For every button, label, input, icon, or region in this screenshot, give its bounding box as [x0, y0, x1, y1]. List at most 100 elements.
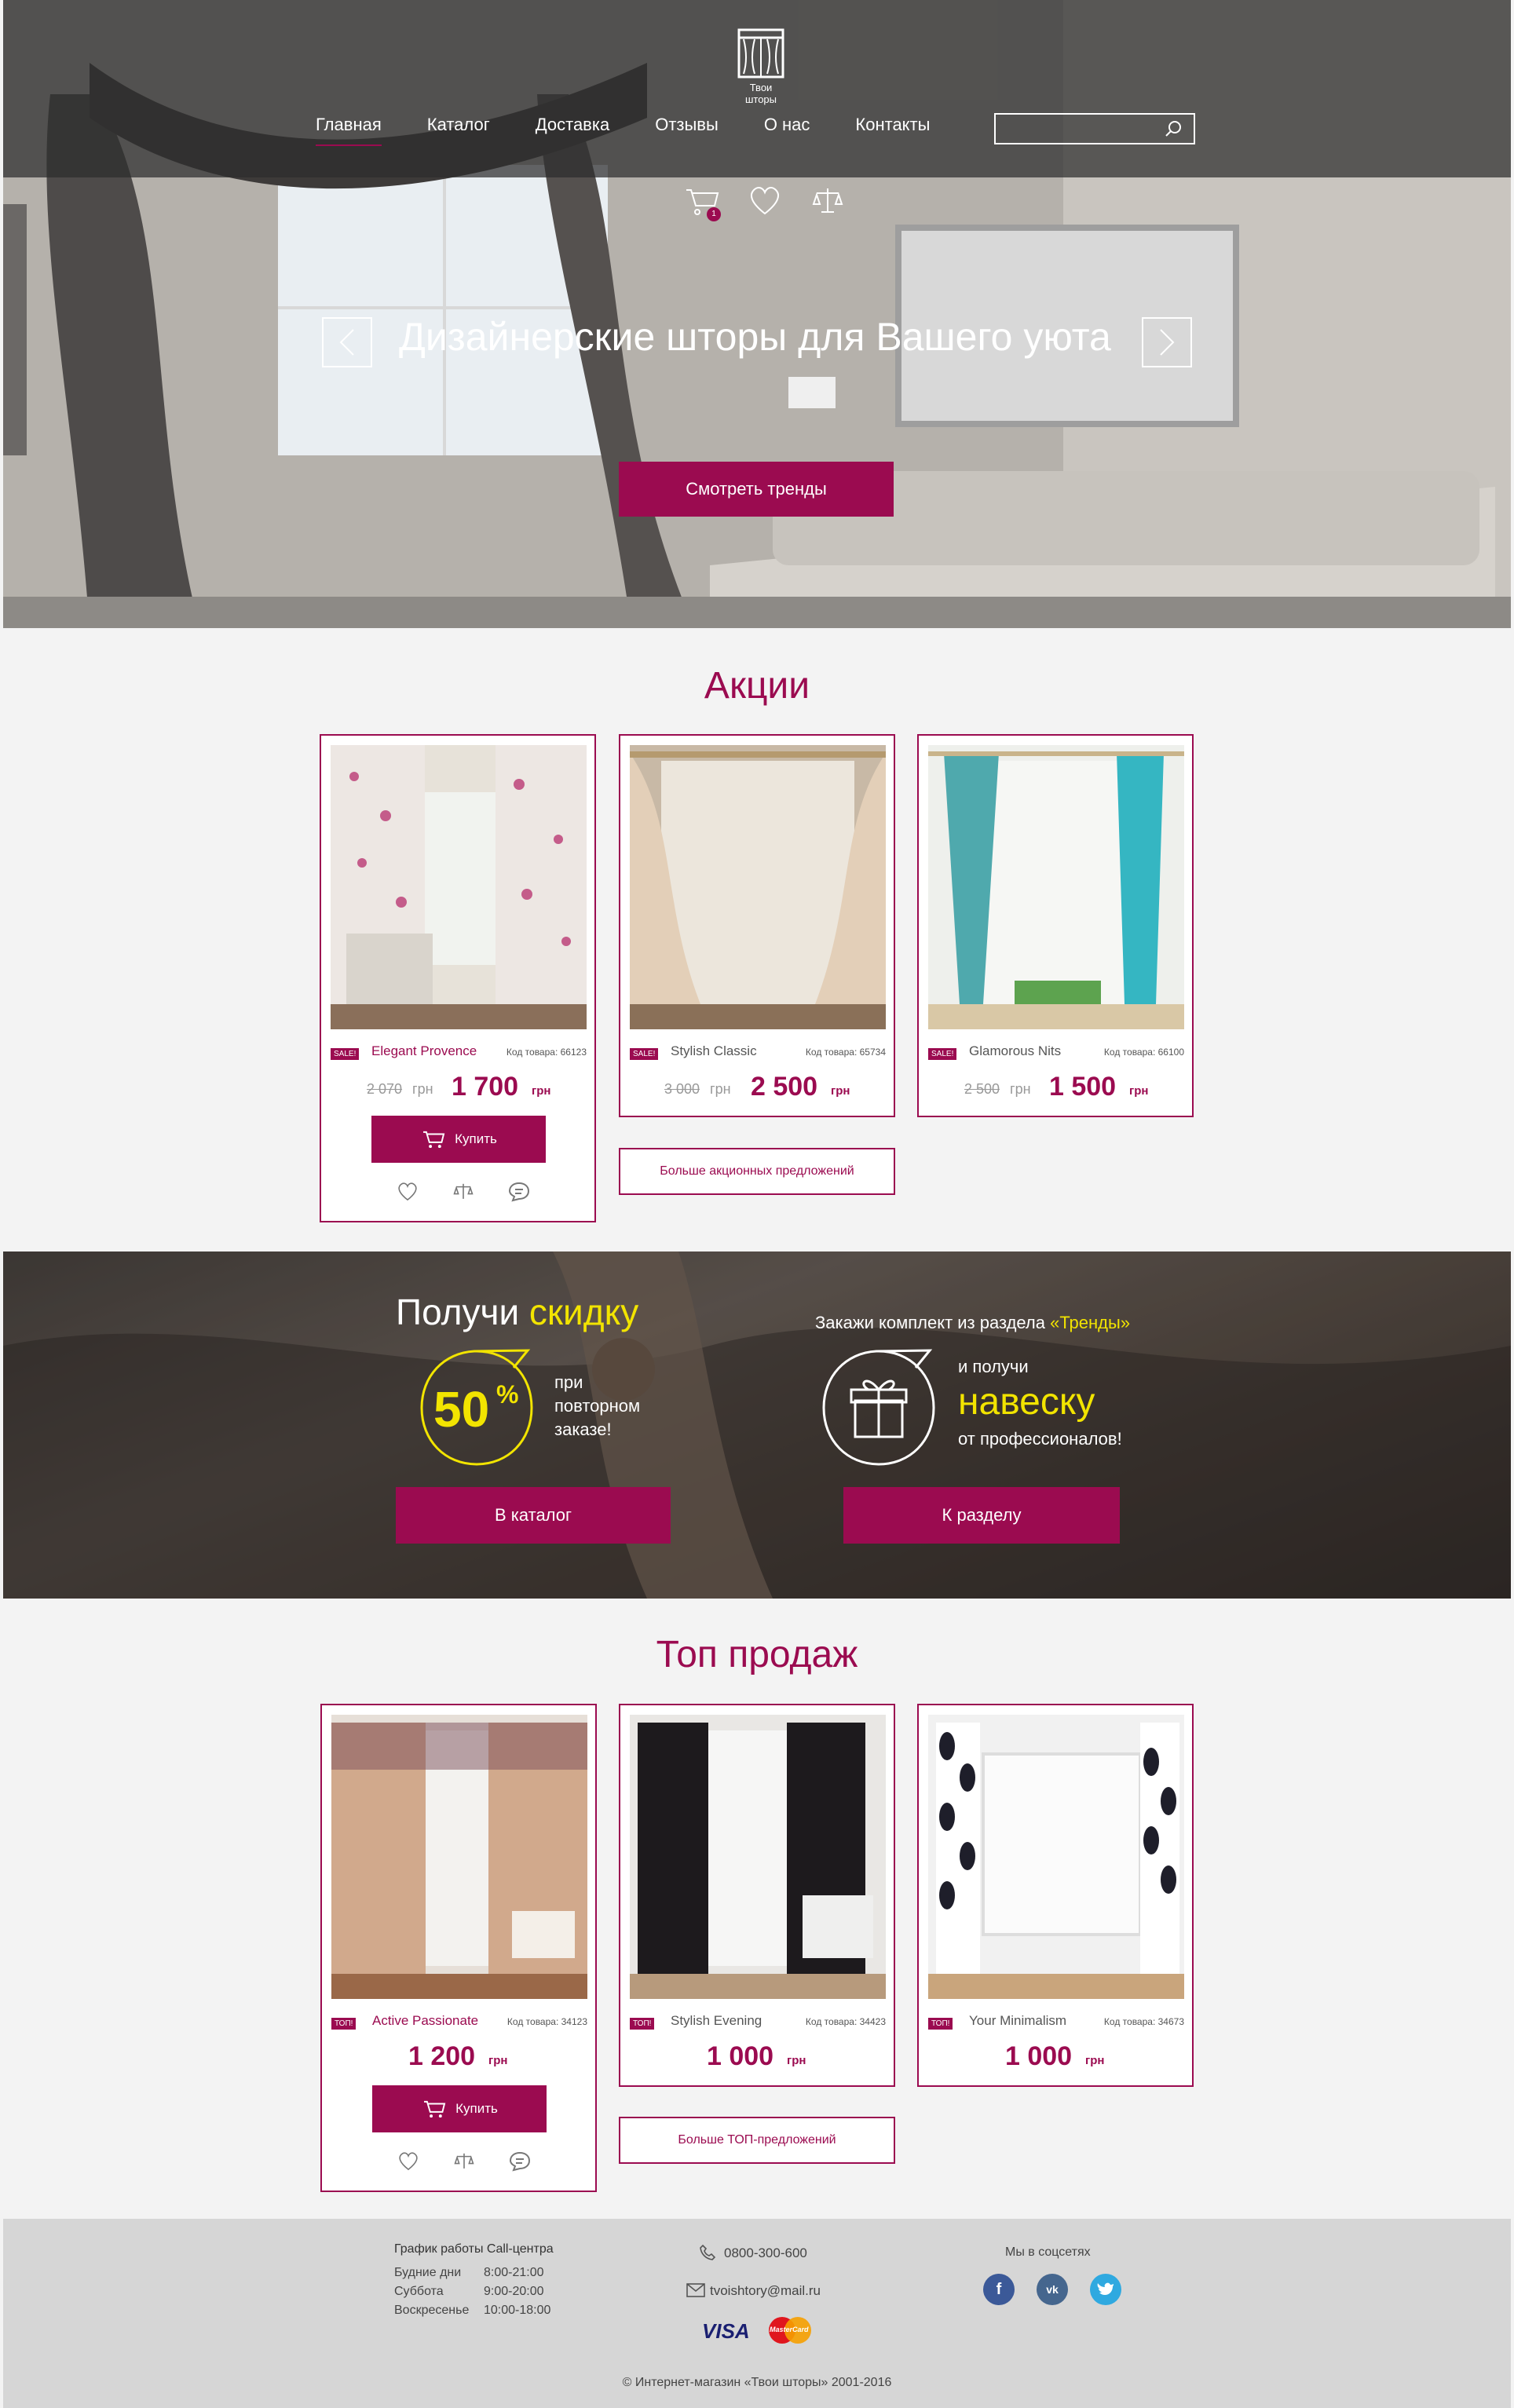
curtain-image: [928, 745, 1184, 1029]
product-name[interactable]: Active Passionate: [372, 2013, 478, 2029]
favorites-button[interactable]: [748, 185, 782, 217]
logo-text: Твои шторы: [744, 82, 777, 105]
product-card[interactable]: ТОП! Your Minimalism Код товара: 34673 1…: [917, 1704, 1194, 2087]
top-sales-title: Топ продаж: [656, 1634, 858, 1675]
product-card[interactable]: ТОП! Active Passionate Код товара: 34123…: [320, 1704, 597, 2192]
price: 2 500: [751, 1072, 818, 1102]
product-card[interactable]: SALE! Elegant Provence Код товара: 66123…: [320, 734, 596, 1222]
header-actions: 1: [685, 185, 845, 221]
schedule-hours: 10:00-18:00: [484, 2304, 551, 2317]
curtain-image: [331, 745, 587, 1029]
visa-logo: VISA: [702, 2319, 750, 2343]
price-currency: грн: [1129, 1084, 1149, 1098]
trends-offer-text: Закажи комплект из раздела: [815, 1313, 1051, 1332]
heart-icon[interactable]: [397, 1182, 419, 1202]
hero-section: Твои шторы Главная Каталог Доставка Отзы…: [3, 0, 1511, 628]
email[interactable]: tvoishtory@mail.ru: [710, 2283, 821, 2299]
schedule-hours: 9:00-20:00: [484, 2285, 544, 2298]
schedule-day: Суббота: [394, 2285, 444, 2298]
window-logo-icon: [737, 28, 784, 79]
gift-badge: [820, 1349, 938, 1467]
discount-banner: Получи скидку 50 % при повторном заказе!…: [3, 1252, 1511, 1599]
price: 1 200: [408, 2041, 476, 2071]
vk-icon[interactable]: vk: [1037, 2274, 1068, 2305]
discount-conditions: при повторном заказе!: [554, 1371, 640, 1442]
cart-button[interactable]: 1: [685, 185, 721, 221]
product-name[interactable]: Stylish Classic: [671, 1043, 757, 1059]
nav-item-catalog[interactable]: Каталог: [427, 115, 490, 146]
comment-icon[interactable]: [508, 1182, 530, 1202]
scales-icon[interactable]: [453, 2151, 475, 2172]
search-box: [994, 113, 1195, 144]
see-trends-button[interactable]: Смотреть тренды: [619, 462, 894, 517]
search-icon[interactable]: [1165, 120, 1183, 137]
discount-heading: Получи скидку: [396, 1291, 638, 1333]
slider-prev-button[interactable]: [322, 317, 372, 367]
phone-number[interactable]: 0800-300-600: [724, 2245, 807, 2261]
cart-count-badge: 1: [707, 207, 721, 221]
product-photo[interactable]: [331, 1715, 587, 1999]
to-section-button[interactable]: К разделу: [843, 1487, 1120, 1544]
price: 1 500: [1049, 1072, 1117, 1102]
nav-item-contacts[interactable]: Контакты: [855, 115, 930, 146]
product-photo[interactable]: [630, 745, 886, 1029]
product-photo[interactable]: [928, 745, 1184, 1029]
to-catalog-button[interactable]: В каталог: [396, 1487, 671, 1544]
footer: График работы Call-центра Будние дни 8:0…: [3, 2219, 1511, 2408]
schedule-day: Воскресенье: [394, 2304, 470, 2317]
nav-item-reviews[interactable]: Отзывы: [655, 115, 719, 146]
price-currency: грн: [787, 2054, 806, 2067]
product-code: Код товара: 66100: [1103, 1047, 1184, 1058]
product-card[interactable]: SALE! Stylish Classic Код товара: 65734 …: [619, 734, 895, 1117]
product-card[interactable]: ТОП! Stylish Evening Код товара: 34423 1…: [619, 1704, 895, 2087]
trends-offer-heading: Закажи комплект из раздела «Тренды»: [815, 1313, 1130, 1333]
gift-line-1: и получи: [958, 1357, 1029, 1376]
phone-icon: [700, 2244, 716, 2260]
top-badge: ТОП!: [331, 2018, 357, 2030]
gift-line-3: от профессионалов!: [958, 1429, 1122, 1449]
scales-icon[interactable]: [452, 1182, 474, 1202]
schedule-day: Будние дни: [394, 2266, 462, 2279]
top-badge: ТОП!: [928, 2018, 953, 2030]
product-photo[interactable]: [630, 1715, 886, 1999]
copyright: © Интернет-магазин «Твои шторы» 2001-201…: [622, 2376, 892, 2389]
product-photo[interactable]: [331, 745, 587, 1029]
heart-icon[interactable]: [397, 2151, 419, 2172]
old-price-currency: грн: [710, 1081, 731, 1097]
product-name[interactable]: Stylish Evening: [671, 2013, 762, 2029]
buy-button[interactable]: Купить: [372, 2085, 547, 2132]
comment-icon[interactable]: [509, 2151, 531, 2172]
top-badge: ТОП!: [630, 2018, 655, 2030]
slider-next-button[interactable]: [1142, 317, 1192, 367]
nav-item-delivery[interactable]: Доставка: [536, 115, 609, 146]
search-input[interactable]: [1004, 119, 1153, 138]
curtain-image: [928, 1715, 1184, 1999]
schedule-title: График работы Call-центра: [394, 2242, 554, 2256]
more-promotions-button[interactable]: Больше акционных предложений: [619, 1148, 895, 1195]
trends-offer-accent: «Тренды»: [1050, 1313, 1131, 1332]
product-photo[interactable]: [928, 1715, 1184, 1999]
compare-button[interactable]: [810, 185, 845, 217]
gift-icon: [822, 1349, 935, 1466]
nav-item-home[interactable]: Главная: [316, 115, 382, 146]
hero-title: Дизайнерские шторы для Вашего уюта: [399, 315, 1111, 359]
more-top-button[interactable]: Больше ТОП-предложений: [619, 2117, 895, 2164]
product-name[interactable]: Your Minimalism: [969, 2013, 1066, 2029]
scales-icon: [812, 188, 843, 213]
mail-icon: [686, 2283, 705, 2297]
twitter-icon[interactable]: [1090, 2274, 1121, 2305]
product-name[interactable]: Elegant Provence: [371, 1043, 477, 1059]
buy-button[interactable]: Купить: [371, 1116, 546, 1163]
product-name[interactable]: Glamorous Nits: [969, 1043, 1061, 1059]
nav-item-about[interactable]: О нас: [764, 115, 810, 146]
discount-badge: 50 %: [418, 1349, 536, 1467]
logo[interactable]: Твои шторы: [733, 28, 788, 105]
chevron-left-icon: [339, 329, 354, 356]
heart-icon: [751, 187, 779, 215]
product-card[interactable]: SALE! Glamorous Nits Код товара: 66100 2…: [917, 734, 1194, 1117]
mastercard-logo: MasterCard: [766, 2316, 814, 2344]
price-currency: грн: [831, 1084, 850, 1098]
social-title: Мы в соцсетях: [1005, 2245, 1091, 2259]
sale-badge: SALE!: [928, 1048, 957, 1060]
facebook-icon[interactable]: f: [983, 2274, 1015, 2305]
